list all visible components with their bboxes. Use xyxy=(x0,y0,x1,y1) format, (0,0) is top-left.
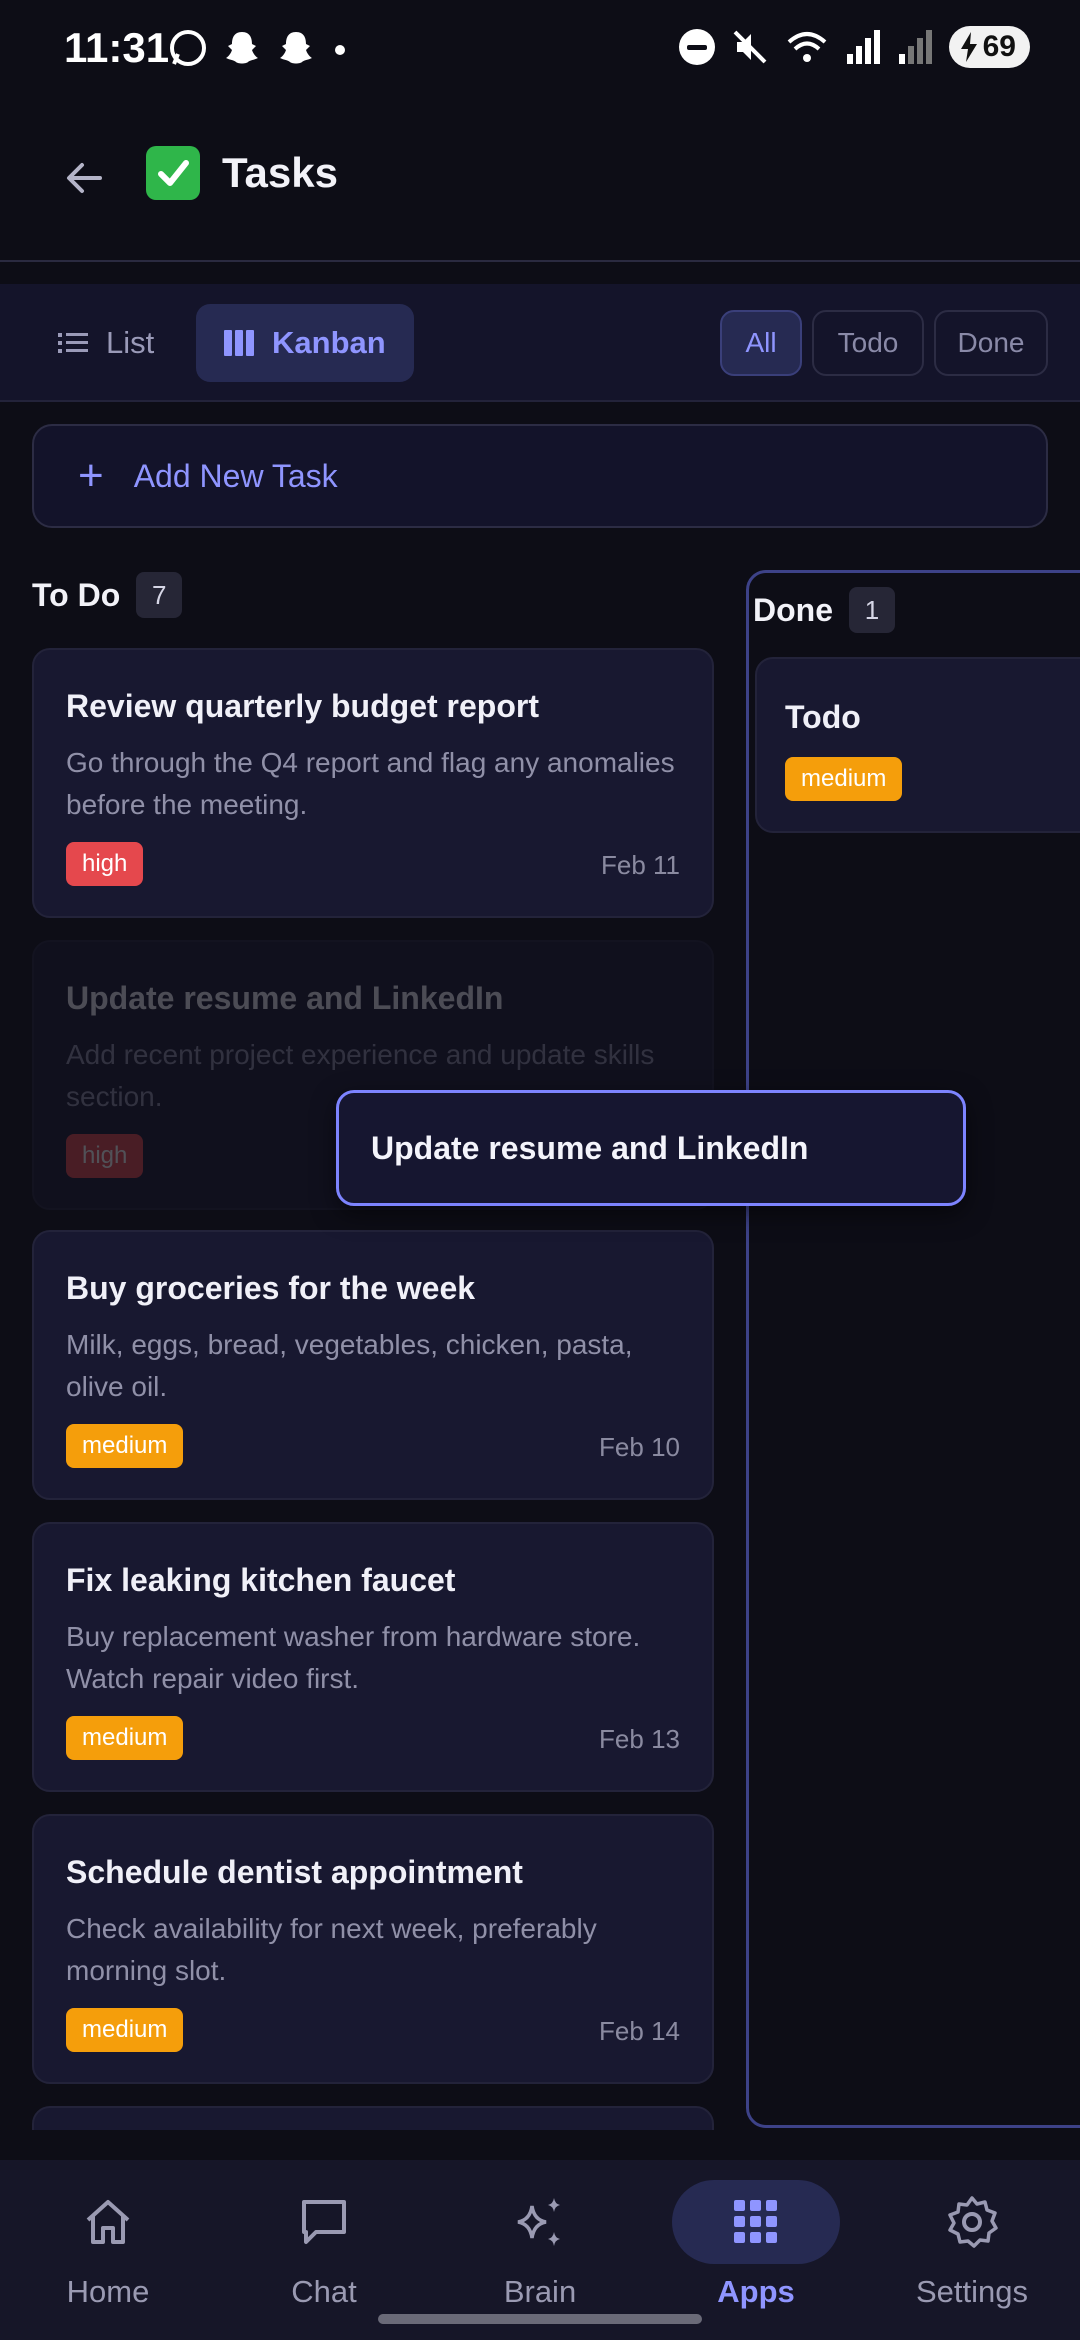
task-card[interactable]: Review quarterly budget report Go throug… xyxy=(32,648,714,918)
task-date: Feb 10 xyxy=(599,1432,680,1462)
task-card[interactable]: Todo medium xyxy=(755,657,1080,833)
task-title: Review quarterly budget report xyxy=(66,688,539,724)
notification-icons xyxy=(168,28,350,68)
task-title: Todo xyxy=(785,699,861,735)
battery-level: 69 xyxy=(982,30,1016,63)
nav-home-label: Home xyxy=(66,2274,150,2309)
system-icons: 69 xyxy=(678,26,1030,68)
dragged-task-card[interactable]: Update resume and LinkedIn xyxy=(336,1090,966,1206)
nav-apps-label: Apps xyxy=(717,2274,795,2309)
add-task-label: Add New Task xyxy=(133,457,338,494)
chat-icon xyxy=(240,2180,408,2264)
home-indicator[interactable] xyxy=(378,2314,702,2324)
done-column: Done 1 Todo medium xyxy=(746,570,1080,2128)
nav-brain-label: Brain xyxy=(503,2274,577,2309)
wifi-icon xyxy=(787,32,826,62)
task-date: Feb 11 xyxy=(600,850,680,880)
filter-done-button[interactable]: Done xyxy=(934,310,1048,376)
filter-todo-button[interactable]: Todo xyxy=(812,310,924,376)
snapchat-icon xyxy=(226,32,258,64)
task-card[interactable]: Fix leaking kitchen faucet Buy replaceme… xyxy=(32,1522,714,1792)
kanban-icon xyxy=(224,330,254,356)
dot-icon xyxy=(335,45,345,55)
task-description: Go through the Q4 report and flag any an… xyxy=(66,747,675,820)
list-icon xyxy=(58,333,88,353)
nav-brain[interactable]: Brain xyxy=(440,2180,640,2310)
page-title-text: Tasks xyxy=(222,149,338,196)
view-kanban-button[interactable]: Kanban xyxy=(196,304,414,382)
add-task-button[interactable]: + Add New Task xyxy=(32,424,1048,528)
view-list-label: List xyxy=(106,325,155,360)
whatsapp-icon xyxy=(170,30,206,66)
nav-chat-label: Chat xyxy=(291,2274,357,2309)
view-toolbar: List Kanban All Todo Done xyxy=(0,284,1080,402)
task-card[interactable]: Buy groceries for the week Milk, eggs, b… xyxy=(32,1230,714,1500)
home-icon xyxy=(24,2180,192,2264)
priority-badge: medium xyxy=(66,1424,184,1468)
nav-home[interactable]: Home xyxy=(8,2180,208,2310)
view-kanban-label: Kanban xyxy=(272,325,386,360)
nav-settings-label: Settings xyxy=(915,2274,1028,2309)
signal-icon-2 xyxy=(898,30,932,64)
view-list-button[interactable]: List xyxy=(30,304,182,382)
battery-indicator: 69 xyxy=(948,26,1030,68)
task-description: Buy replacement washer from hardware sto… xyxy=(66,1621,641,1694)
task-date: Feb 13 xyxy=(599,1724,680,1754)
status-bar: 11:31 69 xyxy=(0,0,1080,100)
charging-bolt-icon xyxy=(960,32,977,62)
task-card-partial[interactable] xyxy=(32,2106,714,2130)
priority-badge: medium xyxy=(66,2008,184,2052)
task-title: Fix leaking kitchen faucet xyxy=(66,1562,456,1598)
priority-badge: high xyxy=(66,842,144,886)
check-mark-icon xyxy=(146,146,200,200)
priority-badge: high xyxy=(66,1134,144,1178)
apps-grid-icon xyxy=(672,2180,840,2264)
sparkle-icon xyxy=(456,2180,624,2264)
task-card[interactable]: Schedule dentist appointment Check avail… xyxy=(32,1814,714,2084)
dragged-task-title: Update resume and LinkedIn xyxy=(371,1129,809,1166)
signal-icon xyxy=(846,30,880,64)
back-arrow-icon xyxy=(67,163,102,193)
dnd-icon xyxy=(678,29,715,65)
task-title: Buy groceries for the week xyxy=(66,1270,476,1306)
todo-column: Review quarterly budget report Go throug… xyxy=(32,560,714,2130)
done-column-title: Done xyxy=(753,591,833,628)
plus-icon: + xyxy=(78,451,104,500)
mute-icon xyxy=(733,30,767,64)
back-button[interactable] xyxy=(56,150,112,206)
task-title: Update resume and LinkedIn xyxy=(66,980,504,1016)
nav-apps[interactable]: Apps xyxy=(656,2180,856,2310)
priority-badge: medium xyxy=(66,1716,184,1760)
app-bar: Tasks xyxy=(0,100,1080,262)
gear-icon xyxy=(888,2180,1056,2264)
nav-settings[interactable]: Settings xyxy=(872,2180,1072,2310)
filter-all-button[interactable]: All xyxy=(720,310,802,376)
task-date: Feb 14 xyxy=(599,2016,680,2046)
bottom-navigation: Home Chat Brain Apps Settings xyxy=(0,2160,1080,2340)
task-description: Check availability for next week, prefer… xyxy=(66,1913,597,1986)
snapchat-icon xyxy=(280,32,312,64)
nav-chat[interactable]: Chat xyxy=(224,2180,424,2310)
page-title: Tasks xyxy=(146,146,338,200)
task-description: Milk, eggs, bread, vegetables, chicken, … xyxy=(66,1329,633,1402)
priority-badge: medium xyxy=(785,757,903,801)
done-column-header: Done 1 xyxy=(753,587,895,633)
status-time: 11:31 xyxy=(64,24,170,71)
task-title: Schedule dentist appointment xyxy=(66,1854,523,1890)
done-count-badge: 1 xyxy=(849,587,895,633)
